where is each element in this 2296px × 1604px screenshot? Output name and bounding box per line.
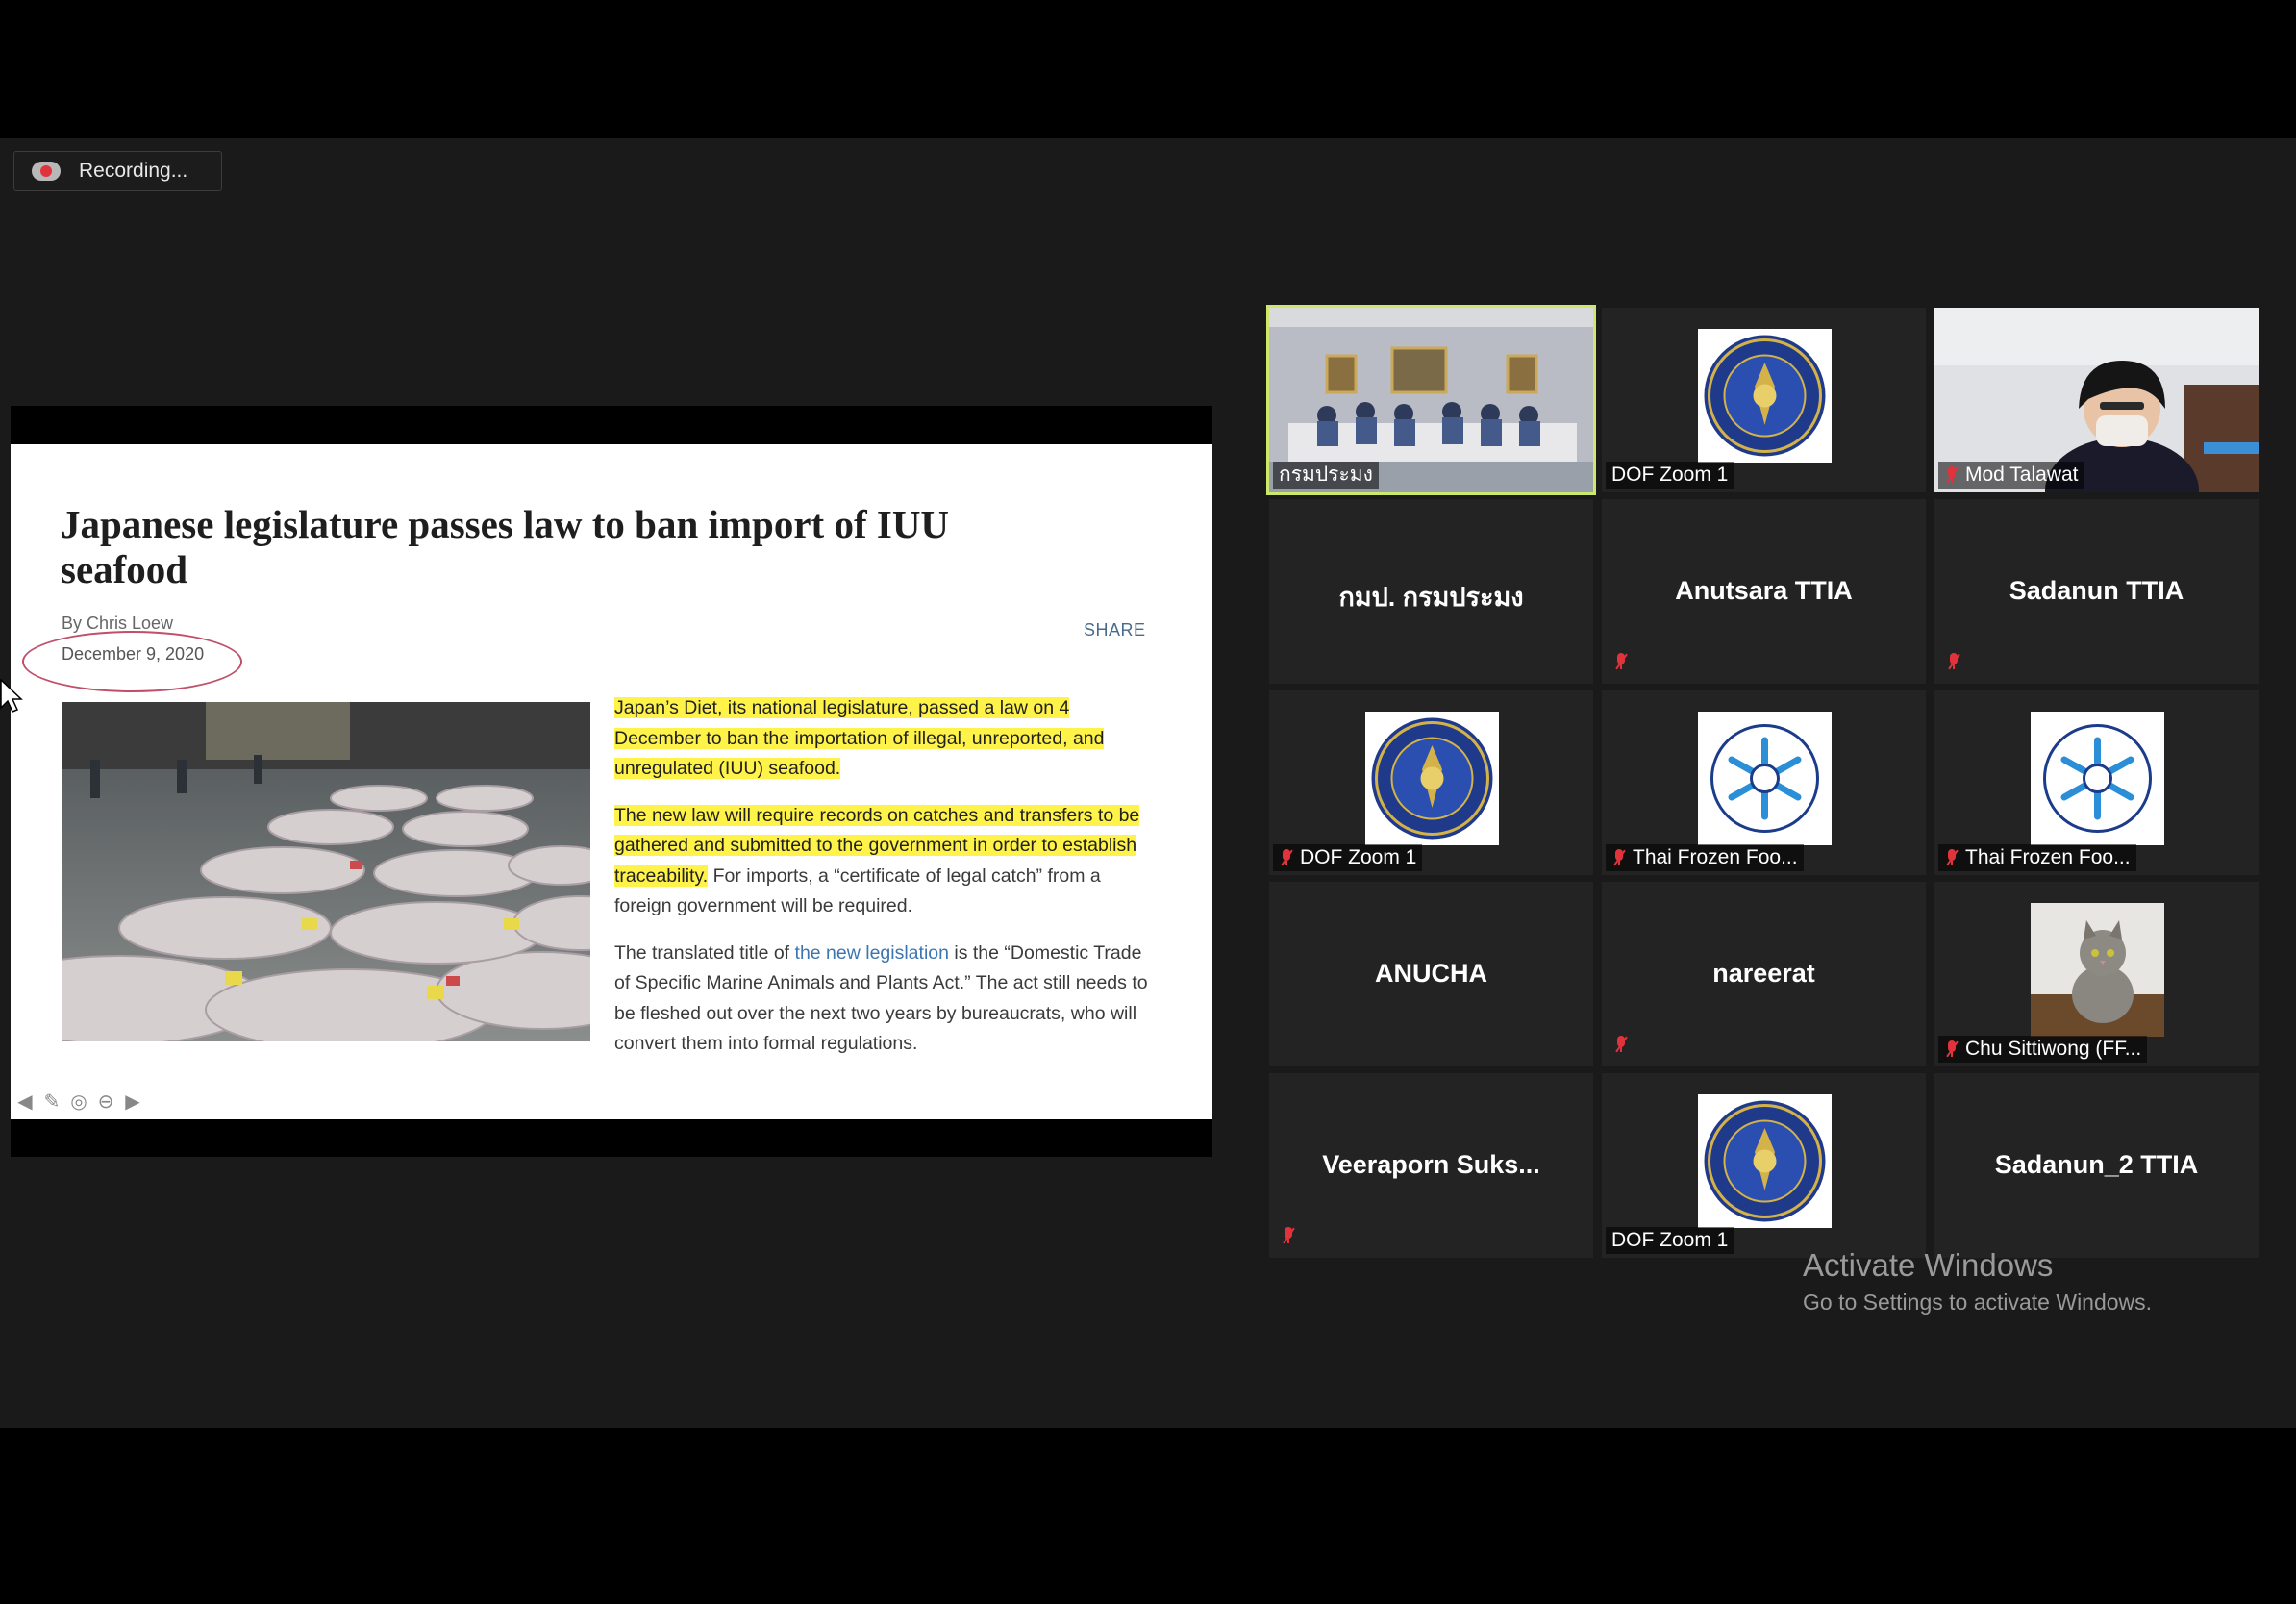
- participant-tile[interactable]: Mod Talawat: [1934, 308, 2259, 492]
- highlighted-text: Japan’s Diet, its national legislature, …: [614, 697, 1105, 779]
- participant-tile[interactable]: Thai Frozen Foo...: [1602, 690, 1926, 875]
- participant-name: Thai Frozen Foo...: [1633, 846, 1798, 868]
- arrow-left-icon[interactable]: ◀: [14, 1090, 36, 1112]
- activate-windows-subtitle: Go to Settings to activate Windows.: [1803, 1290, 2153, 1315]
- dof-logo-avatar: [1697, 1094, 1832, 1228]
- activate-windows-title: Activate Windows: [1803, 1247, 2054, 1283]
- participant-name: DOF Zoom 1: [1611, 464, 1729, 486]
- annotation-toolbar: ◀ ✎ ◎ ⊖ ▶: [14, 1090, 143, 1112]
- participant-tile[interactable]: Sadanun TTIA: [1934, 499, 2259, 684]
- participant-tile[interactable]: Anutsara TTIA: [1602, 499, 1926, 684]
- legislation-link[interactable]: the new legislation: [795, 942, 949, 964]
- participant-name: DOF Zoom 1: [1611, 1229, 1729, 1251]
- article-paragraph-3: The translated title of the new legislat…: [614, 939, 1153, 1060]
- participant-name: Veeraporn Suks...: [1322, 1150, 1540, 1179]
- muted-mic-icon: [1944, 848, 1959, 867]
- participant-name: nareerat: [1712, 959, 1815, 988]
- muted-mic-icon: [1279, 848, 1294, 867]
- participant-tile[interactable]: nareerat: [1602, 882, 1926, 1066]
- eraser-icon[interactable]: ⊖: [95, 1090, 116, 1112]
- participant-name: Sadanun_2 TTIA: [1994, 1150, 2199, 1179]
- participant-tile[interactable]: Chu Sittiwong (FF...: [1934, 882, 2259, 1066]
- recording-label: Recording...: [79, 160, 188, 182]
- muted-mic-icon: [1613, 1035, 1629, 1054]
- participant-name: Chu Sittiwong (FF...: [1965, 1038, 2142, 1060]
- dof-logo-avatar: [1697, 329, 1832, 463]
- dof-logo-avatar: [1364, 712, 1499, 845]
- shared-article-page: Japanese legislature passes law to ban i…: [11, 444, 1212, 1119]
- recording-indicator[interactable]: Recording...: [13, 151, 222, 191]
- participant-tile[interactable]: DOF Zoom 1: [1602, 1073, 1926, 1258]
- participant-tile[interactable]: ANUCHA: [1269, 882, 1593, 1066]
- participant-tile[interactable]: กรมประมง: [1266, 305, 1596, 495]
- shared-screen[interactable]: Japanese legislature passes law to ban i…: [11, 406, 1212, 1157]
- muted-mic-icon: [1944, 465, 1959, 485]
- byline-prefix: By: [62, 614, 87, 633]
- participant-name: ANUCHA: [1375, 959, 1487, 988]
- mouse-cursor-icon: [0, 679, 23, 713]
- participant-tile[interactable]: DOF Zoom 1: [1602, 308, 1926, 492]
- cat-photo-avatar: [2030, 903, 2164, 1037]
- participant-name-label: Mod Talawat: [1938, 462, 2084, 489]
- participant-name-label: DOF Zoom 1: [1606, 462, 1734, 489]
- muted-mic-icon: [1611, 848, 1627, 867]
- participant-name-label: Thai Frozen Foo...: [1938, 844, 2136, 871]
- participant-name-label: DOF Zoom 1: [1606, 1227, 1734, 1254]
- article-body: Japan’s Diet, its national legislature, …: [614, 693, 1153, 1076]
- participant-name-label: กรมประมง: [1273, 462, 1379, 489]
- tffa-logo-avatar: [2030, 712, 2164, 845]
- arrow-right-icon[interactable]: ▶: [122, 1090, 143, 1112]
- tffa-logo-avatar: [1697, 712, 1832, 845]
- participant-name: กมป. กรมประมง: [1338, 583, 1524, 612]
- author-link[interactable]: Chris Loew: [87, 614, 173, 633]
- participant-name: Mod Talawat: [1965, 464, 2079, 486]
- share-button[interactable]: SHARE: [1084, 620, 1146, 640]
- participant-tile[interactable]: DOF Zoom 1: [1269, 690, 1593, 875]
- stamp-icon[interactable]: ◎: [68, 1090, 89, 1112]
- article-paragraph-1: Japan’s Diet, its national legislature, …: [614, 693, 1153, 785]
- participant-name-label: Chu Sittiwong (FF...: [1938, 1036, 2148, 1063]
- participant-name: Thai Frozen Foo...: [1965, 846, 2131, 868]
- participant-name: กรมประมง: [1279, 464, 1373, 486]
- participant-name-label: DOF Zoom 1: [1273, 844, 1423, 871]
- cloud-recording-icon: [32, 160, 61, 183]
- participant-tile[interactable]: กมป. กรมประมง: [1269, 499, 1593, 684]
- muted-mic-icon: [1944, 1040, 1959, 1059]
- participant-tile[interactable]: Thai Frozen Foo...: [1934, 690, 2259, 875]
- muted-mic-icon: [1613, 652, 1629, 671]
- participant-name: Anutsara TTIA: [1675, 576, 1853, 605]
- muted-mic-icon: [1946, 652, 1961, 671]
- participant-name-label: Thai Frozen Foo...: [1606, 844, 1804, 871]
- article-title: Japanese legislature passes law to ban i…: [61, 502, 950, 591]
- date-annotation-circle: [22, 631, 242, 692]
- participant-name: DOF Zoom 1: [1300, 846, 1417, 868]
- pen-icon[interactable]: ✎: [41, 1090, 62, 1112]
- article-paragraph-2: The new law will require records on catc…: [614, 801, 1153, 922]
- muted-mic-icon: [1281, 1226, 1296, 1245]
- paragraph-text: The translated title of: [614, 941, 795, 964]
- participant-tile[interactable]: Veeraporn Suks...: [1269, 1073, 1593, 1258]
- participant-name: Sadanun TTIA: [2009, 576, 2184, 605]
- participant-tile[interactable]: Sadanun_2 TTIA: [1934, 1073, 2259, 1258]
- tuna-market-photo: [62, 702, 590, 1041]
